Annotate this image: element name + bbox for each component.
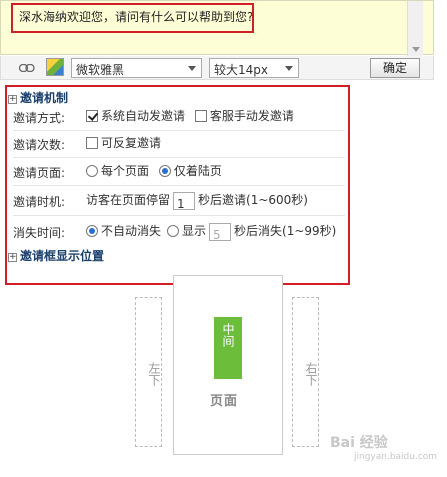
manual-invite-text: 客服手动发邀请	[209, 109, 294, 123]
center-label: 中间	[221, 323, 235, 347]
font-size-value: 较大14px	[214, 63, 268, 77]
timed-dismiss-option[interactable]: 显示	[167, 224, 206, 238]
repeat-invite-option[interactable]: 可反复邀请	[86, 133, 161, 153]
divider	[13, 215, 345, 216]
greeting-text: 深水海纳欢迎您，请问有什么可以帮助到您?	[19, 10, 254, 24]
repeat-invite-text: 可反复邀请	[101, 136, 162, 150]
greeting-textarea[interactable]: 深水海纳欢迎您，请问有什么可以帮助到您?	[0, 0, 434, 56]
position-section-title: 邀请框显示位置	[20, 249, 105, 263]
invite-timing-row: 邀请时机: 访客在页面停留 1 秒后邀请(1~600秒)	[13, 190, 343, 211]
watermark-text: Bai 经验	[330, 435, 388, 451]
invite-timing-label: 邀请时机:	[13, 195, 66, 209]
divider	[13, 130, 345, 131]
chevron-down-icon	[285, 66, 293, 71]
invite-delay-input[interactable]: 1	[173, 191, 196, 211]
bottom-right-position-option[interactable]: 右下	[292, 297, 319, 447]
repeat-invite-checkbox[interactable]	[86, 137, 98, 149]
divider	[13, 185, 345, 186]
auto-invite-checkbox[interactable]	[86, 110, 98, 122]
expand-icon[interactable]: +	[8, 95, 17, 104]
auto-invite-text: 系统自动发邀请	[101, 109, 186, 123]
confirm-button[interactable]: 确定	[370, 58, 420, 78]
textarea-scrollbar[interactable]	[407, 1, 423, 56]
position-section-header[interactable]: + 邀请框显示位置	[8, 247, 104, 264]
every-page-text: 每个页面	[101, 164, 150, 178]
invite-count-row: 邀请次数: 可反复邀请	[13, 133, 343, 153]
dismiss-time-suffix: 秒后消失(1~99秒)	[234, 224, 337, 238]
never-dismiss-text: 不自动消失	[101, 224, 162, 238]
text-color-icon[interactable]	[46, 58, 64, 76]
landing-page-radio[interactable]	[158, 165, 171, 177]
timed-dismiss-radio[interactable]	[167, 225, 180, 237]
dismiss-seconds-input[interactable]: 5	[209, 222, 232, 242]
manual-invite-checkbox[interactable]	[194, 110, 207, 122]
never-dismiss-radio[interactable]	[86, 225, 98, 237]
link-icon[interactable]	[19, 64, 35, 72]
every-page-radio[interactable]	[86, 165, 98, 177]
landing-page-text: 仅着陆页	[173, 164, 222, 178]
page-preview-label: 页面	[210, 394, 239, 409]
bottom-left-position-option[interactable]: 左下	[135, 297, 162, 447]
invite-page-row: 邀请页面: 每个页面 仅着陆页	[13, 161, 343, 181]
invite-method-label: 邀请方式:	[13, 111, 66, 125]
invite-section-header[interactable]: + 邀请机制	[8, 89, 68, 106]
invite-timing-suffix: 秒后邀请(1~600秒)	[198, 193, 308, 207]
invite-method-row: 邀请方式: 系统自动发邀请 客服手动发邀请	[13, 106, 343, 126]
timed-dismiss-text: 显示	[182, 224, 207, 238]
invite-page-label: 邀请页面:	[13, 166, 66, 180]
watermark-sub: jingyan.baidu.com	[354, 452, 438, 462]
chevron-down-icon	[188, 66, 196, 71]
invite-section-title: 邀请机制	[20, 91, 69, 105]
format-toolbar: 微软雅黑 较大14px 确定	[0, 56, 434, 80]
landing-page-option[interactable]: 仅着陆页	[158, 161, 222, 181]
greeting-text-highlight[interactable]: 深水海纳欢迎您，请问有什么可以帮助到您?	[11, 3, 254, 33]
invite-timing-prefix: 访客在页面停留	[86, 193, 171, 207]
every-page-option[interactable]: 每个页面	[86, 161, 149, 181]
font-family-value: 微软雅黑	[76, 63, 125, 77]
invite-count-label: 邀请次数:	[13, 138, 66, 152]
baidu-watermark: Bai 经验 jingyan.baidu.com	[330, 432, 437, 462]
center-position-option[interactable]: 中间	[214, 317, 242, 379]
dismiss-time-row: 消失时间: 不自动消失 显示 5 秒后消失(1~99秒)	[13, 221, 343, 242]
bottom-left-label: 左下	[147, 362, 161, 386]
expand-icon[interactable]: +	[8, 253, 17, 262]
font-size-select[interactable]: 较大14px	[209, 58, 299, 78]
divider	[13, 157, 345, 158]
font-family-select[interactable]: 微软雅黑	[71, 58, 202, 78]
manual-invite-option[interactable]: 客服手动发邀请	[194, 106, 294, 126]
auto-invite-option[interactable]: 系统自动发邀请	[86, 106, 185, 126]
scroll-down-arrow-icon[interactable]	[412, 47, 420, 52]
never-dismiss-option[interactable]: 不自动消失	[86, 221, 161, 241]
invite-settings-panel: + 邀请机制 邀请方式: 系统自动发邀请 客服手动发邀请 邀请次数: 可反复邀请 …	[5, 85, 350, 285]
dismiss-time-label: 消失时间:	[13, 226, 66, 240]
bottom-right-label: 右下	[304, 362, 318, 386]
